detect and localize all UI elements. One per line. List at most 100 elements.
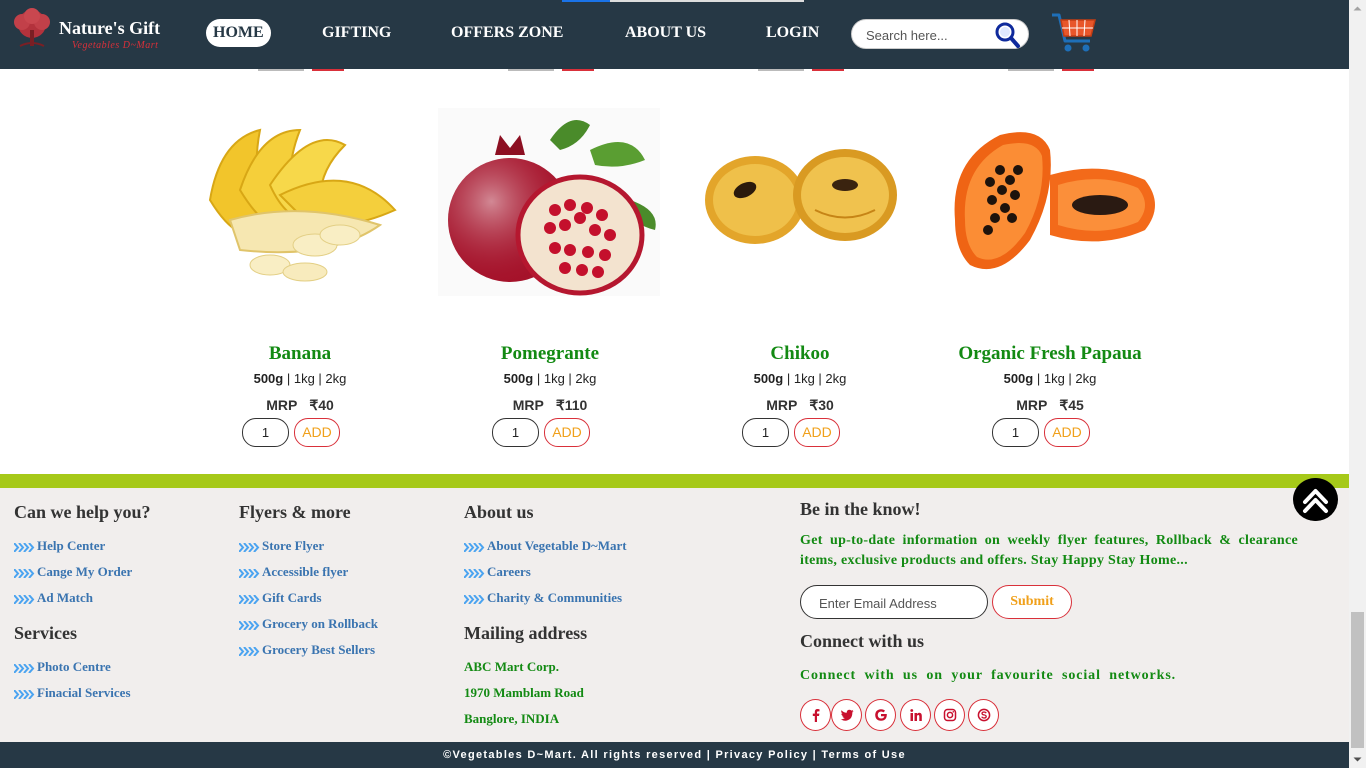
twitter-button[interactable] bbox=[831, 699, 862, 731]
nav-login[interactable]: LOGIN bbox=[766, 19, 819, 47]
charity-link[interactable]: Charity & Communities bbox=[464, 590, 622, 606]
submit-button[interactable]: Submit bbox=[992, 585, 1072, 619]
chevrons-right-icon bbox=[464, 594, 485, 604]
google-button[interactable] bbox=[865, 699, 896, 731]
product-card-banana: Banana 500g | 1kg | 2kg MRP ₹40 1 ADD bbox=[180, 100, 420, 460]
nav-about-us[interactable]: ABOUT US bbox=[625, 19, 706, 47]
add-to-cart-button[interactable]: ADD bbox=[1044, 418, 1090, 447]
tree-logo-icon bbox=[14, 8, 50, 47]
add-to-cart-button[interactable]: ADD bbox=[544, 418, 590, 447]
flyers-heading: Flyers & more bbox=[239, 502, 351, 522]
add-to-cart-button[interactable]: ADD bbox=[294, 418, 340, 447]
search-box bbox=[851, 19, 1029, 49]
linkedin-button[interactable] bbox=[900, 699, 931, 731]
previous-row-add-edge bbox=[812, 69, 844, 71]
skype-icon bbox=[977, 708, 991, 722]
product-price: MRP ₹110 bbox=[512, 397, 588, 413]
previous-row-qty-edge bbox=[508, 69, 554, 71]
scroll-down-arrow-icon[interactable] bbox=[1349, 751, 1366, 768]
photo-centre-link[interactable]: Photo Centre bbox=[14, 659, 111, 675]
careers-link[interactable]: Careers bbox=[464, 564, 531, 580]
store-flyer-link[interactable]: Store Flyer bbox=[239, 538, 324, 554]
previous-row-add-edge bbox=[562, 69, 594, 71]
separator: | bbox=[706, 749, 712, 761]
help-center-link[interactable]: Help Center bbox=[14, 538, 105, 554]
product-sizes: 500g | 1kg | 2kg bbox=[253, 371, 347, 386]
logo-subtitle: Vegetables D~Mart bbox=[72, 40, 159, 51]
quantity-input[interactable]: 1 bbox=[492, 418, 539, 447]
facebook-icon bbox=[812, 709, 820, 722]
privacy-policy-link[interactable]: Privacy Policy bbox=[715, 749, 808, 761]
gift-cards-link[interactable]: Gift Cards bbox=[239, 590, 322, 606]
help-heading: Can we help you? bbox=[14, 502, 151, 522]
grocery-best-sellers-link[interactable]: Grocery Best Sellers bbox=[239, 642, 375, 658]
footer-divider-strip bbox=[0, 474, 1349, 488]
chevrons-right-icon bbox=[14, 594, 35, 604]
scrollbar-thumb[interactable] bbox=[1351, 612, 1364, 748]
connect-description: Connect with us on your favourite social… bbox=[800, 668, 1177, 683]
add-to-cart-button[interactable]: ADD bbox=[794, 418, 840, 447]
page-loading-track bbox=[610, 0, 804, 2]
product-sizes: 500g | 1kg | 2kg bbox=[503, 371, 597, 386]
shopping-cart-icon[interactable] bbox=[1050, 11, 1098, 55]
services-heading: Services bbox=[14, 623, 77, 643]
financial-services-link[interactable]: Finacial Services bbox=[14, 685, 131, 701]
chevrons-right-icon bbox=[14, 689, 35, 699]
change-order-link[interactable]: Cange My Order bbox=[14, 564, 132, 580]
chevrons-right-icon bbox=[239, 620, 260, 630]
google-icon bbox=[875, 709, 887, 721]
facebook-button[interactable] bbox=[800, 699, 831, 731]
previous-row-add-edge bbox=[1062, 69, 1094, 71]
logo-title: Nature's Gift bbox=[59, 18, 161, 38]
ad-match-link[interactable]: Ad Match bbox=[14, 590, 93, 606]
accessible-flyer-link[interactable]: Accessible flyer bbox=[239, 564, 348, 580]
instagram-icon bbox=[943, 708, 957, 722]
nav-offers-zone[interactable]: OFFERS ZONE bbox=[451, 19, 563, 47]
instagram-button[interactable] bbox=[934, 699, 965, 731]
chevrons-right-icon bbox=[464, 568, 485, 578]
connect-heading: Connect with us bbox=[800, 631, 925, 651]
page-scrollbar[interactable] bbox=[1349, 0, 1366, 768]
product-sizes: 500g | 1kg | 2kg bbox=[753, 371, 847, 386]
copyright-text: ©Vegetables D~Mart. All rights reserved bbox=[443, 749, 703, 761]
chevrons-right-icon bbox=[239, 646, 260, 656]
chevrons-right-icon bbox=[239, 594, 260, 604]
about-heading: About us bbox=[464, 502, 534, 522]
mailing-line: ABC Mart Corp. bbox=[464, 659, 559, 674]
quantity-input[interactable]: 1 bbox=[742, 418, 789, 447]
product-name: Banana bbox=[268, 343, 332, 364]
skype-button[interactable] bbox=[968, 699, 999, 731]
nav-home[interactable]: HOME bbox=[206, 19, 271, 47]
back-to-top-icon[interactable] bbox=[1293, 478, 1338, 521]
scroll-up-arrow-icon[interactable] bbox=[1349, 0, 1366, 17]
banana-image bbox=[208, 128, 397, 282]
email-input[interactable] bbox=[819, 594, 979, 612]
nav-gifting[interactable]: GIFTING bbox=[322, 19, 391, 47]
quantity-input[interactable]: 1 bbox=[992, 418, 1039, 447]
product-card-papaya: Organic Fresh Papaua 500g | 1kg | 2kg MR… bbox=[930, 100, 1170, 460]
product-price: MRP ₹30 bbox=[766, 397, 834, 413]
email-field-wrapper bbox=[800, 585, 988, 619]
chevrons-right-icon bbox=[14, 542, 35, 552]
quantity-input[interactable]: 1 bbox=[242, 418, 289, 447]
site-logo[interactable]: Nature's Gift Vegetables D~Mart bbox=[10, 8, 180, 56]
chevrons-right-icon bbox=[14, 568, 35, 578]
twitter-icon bbox=[840, 709, 854, 721]
grocery-rollback-link[interactable]: Grocery on Rollback bbox=[239, 616, 378, 632]
chevrons-right-icon bbox=[239, 542, 260, 552]
product-name: Pomegrante bbox=[500, 343, 600, 364]
previous-row-qty-edge bbox=[258, 69, 304, 71]
product-price: MRP ₹45 bbox=[1016, 397, 1084, 413]
mailing-line: Banglore, INDIA bbox=[464, 711, 560, 726]
separator: | bbox=[812, 749, 818, 761]
search-icon[interactable] bbox=[992, 20, 1024, 50]
terms-of-use-link[interactable]: Terms of Use bbox=[821, 749, 905, 761]
previous-row-add-edge bbox=[312, 69, 344, 71]
newsletter-heading: Be in the know! bbox=[800, 499, 921, 519]
site-header: Nature's Gift Vegetables D~Mart HOME GIF… bbox=[0, 0, 1349, 69]
product-price: MRP ₹40 bbox=[266, 397, 334, 413]
chikoo-image bbox=[705, 149, 897, 244]
search-input[interactable] bbox=[866, 26, 991, 44]
pomegranate-image bbox=[438, 108, 660, 296]
about-dmart-link[interactable]: About Vegetable D~Mart bbox=[464, 538, 627, 554]
